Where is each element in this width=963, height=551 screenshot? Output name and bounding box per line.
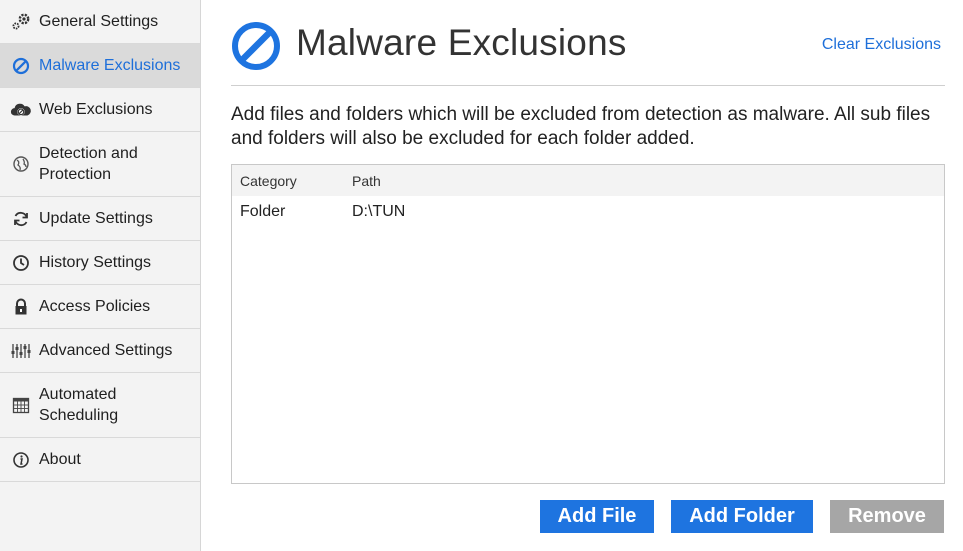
sidebar-item-label: Update Settings (39, 210, 153, 227)
sidebar-item-label: Detection and Protection (39, 145, 138, 183)
cloud-block-icon (10, 99, 32, 121)
divider (231, 85, 945, 86)
clock-icon (10, 252, 32, 274)
sidebar-item-label: History Settings (39, 254, 152, 271)
sidebar-item-label: About (39, 451, 81, 468)
sidebar-item-advanced-settings[interactable]: Advanced Settings (0, 329, 200, 373)
page-description: Add files and folders which will be excl… (231, 104, 931, 149)
main-panel: Malware Exclusions Clear Exclusions Add … (201, 0, 963, 551)
table-row[interactable]: Folder D:\TUN (232, 196, 944, 228)
sidebar-item-about[interactable]: About (0, 438, 200, 482)
sidebar-item-label: Automated Scheduling (39, 386, 119, 424)
column-header-path[interactable]: Path (352, 173, 381, 189)
add-file-button[interactable]: Add File (540, 500, 654, 533)
gears-icon (10, 11, 32, 33)
sidebar-item-label: General Settings (39, 13, 159, 30)
table-header: Category Path (232, 165, 944, 196)
sidebar-item-update-settings[interactable]: Update Settings (0, 197, 200, 241)
sidebar-item-access-policies[interactable]: Access Policies (0, 285, 200, 329)
no-entry-icon (10, 55, 32, 77)
exclusions-table[interactable]: Category Path Folder D:\TUN (231, 164, 945, 484)
sidebar-item-malware-exclusions[interactable]: Malware Exclusions (0, 44, 200, 88)
refresh-icon (10, 208, 32, 230)
sidebar-item-label: Malware Exclusions (39, 57, 181, 74)
sidebar-item-label: Access Policies (39, 298, 151, 315)
lock-icon (10, 296, 32, 318)
sidebar-item-automated-scheduling[interactable]: Automated Scheduling (0, 373, 200, 438)
calendar-icon (10, 394, 32, 416)
remove-button[interactable]: Remove (830, 500, 944, 533)
sidebar-item-label: Web Exclusions (39, 101, 153, 118)
add-folder-button[interactable]: Add Folder (671, 500, 813, 533)
cell-path: D:\TUN (352, 203, 406, 220)
sidebar: General Settings Malware Exclusions Web … (0, 0, 201, 551)
sidebar-item-label: Advanced Settings (39, 342, 173, 359)
clear-exclusions-link[interactable]: Clear Exclusions (822, 36, 941, 54)
column-header-category[interactable]: Category (232, 173, 352, 189)
sidebar-item-web-exclusions[interactable]: Web Exclusions (0, 88, 200, 132)
sliders-icon (10, 340, 32, 362)
sidebar-item-history-settings[interactable]: History Settings (0, 241, 200, 285)
info-icon (10, 449, 32, 471)
globe-icon (10, 153, 32, 175)
sidebar-item-general-settings[interactable]: General Settings (0, 0, 200, 44)
page-title: Malware Exclusions (296, 22, 627, 63)
no-entry-icon (231, 21, 281, 71)
sidebar-item-detection-protection[interactable]: Detection and Protection (0, 132, 200, 197)
cell-category: Folder (240, 203, 286, 220)
